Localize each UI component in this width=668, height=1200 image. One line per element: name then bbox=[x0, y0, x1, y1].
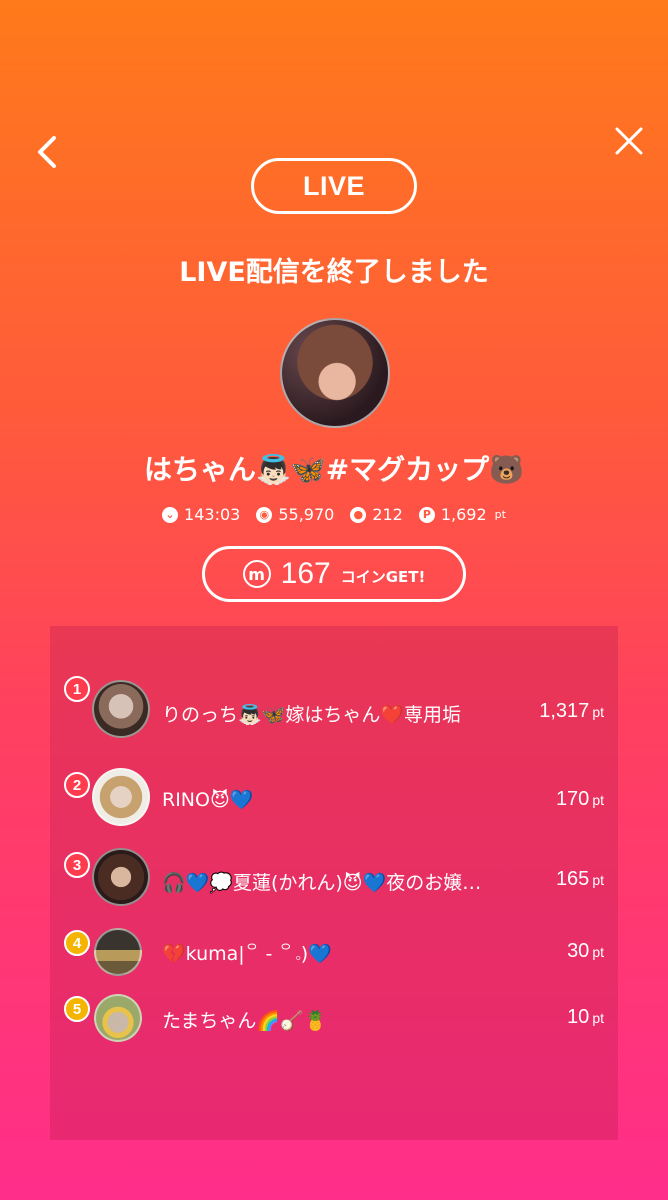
coin-icon: m bbox=[242, 560, 271, 588]
back-button[interactable] bbox=[34, 132, 62, 172]
avatar bbox=[92, 768, 150, 826]
avatar bbox=[92, 680, 150, 738]
stat-duration: ⌄ 143:03 bbox=[162, 505, 240, 524]
chevron-left-icon bbox=[38, 136, 56, 168]
stream-stats: ⌄ 143:03 ◉ 55,970 ● 212 P 1,692 pt bbox=[0, 505, 668, 524]
stat-comments-value: 212 bbox=[372, 505, 403, 524]
ranking-points-unit: pt bbox=[592, 1010, 604, 1026]
ranking-name: りのっち👼🏻🦋嫁はちゃん❤️専用垢 bbox=[162, 704, 461, 726]
avatar bbox=[94, 928, 142, 976]
ranking-name: 💔kuma|꒪ - ꒪｡)💙 bbox=[162, 943, 332, 965]
ranking-points-value: 30 bbox=[567, 940, 590, 962]
point-icon: P bbox=[418, 506, 435, 523]
stat-viewers-value: 55,970 bbox=[278, 505, 335, 524]
rank-badge: 4 bbox=[64, 930, 90, 956]
ranking-points: 10 pt bbox=[567, 1006, 604, 1029]
coin-amount: 167 bbox=[280, 557, 331, 590]
close-icon bbox=[615, 127, 643, 155]
ranking-points: 1,317 pt bbox=[539, 700, 604, 723]
rank-badge: 5 bbox=[64, 996, 90, 1022]
ranking-points-value: 165 bbox=[555, 868, 590, 890]
ranking-panel: 1 りのっち👼🏻🦋嫁はちゃん❤️専用垢 1,317 pt 2 RINO😈💙 170… bbox=[50, 626, 618, 1140]
ranking-points-value: 10 bbox=[567, 1006, 590, 1028]
rank-badge: 1 bbox=[64, 676, 90, 702]
rank-badge: 2 bbox=[64, 772, 90, 798]
ranking-points-value: 1,317 bbox=[539, 700, 590, 722]
stat-duration-value: 143:03 bbox=[184, 505, 241, 524]
ranking-row[interactable]: 5 たまちゃん🌈🪕🍍 10 pt bbox=[50, 992, 618, 1044]
ranking-points: 165 pt bbox=[556, 868, 604, 891]
ranking-points: 170 pt bbox=[556, 788, 604, 811]
ranking-name: 🎧💙💭夏蓮(かれん)😈💙夜のお嬢… bbox=[162, 872, 482, 894]
ranking-row[interactable]: 4 💔kuma|꒪ - ꒪｡)💙 30 pt bbox=[50, 926, 618, 978]
avatar bbox=[92, 848, 150, 906]
stat-viewers: ◉ 55,970 bbox=[256, 505, 334, 524]
ranking-row[interactable]: 2 RINO😈💙 170 pt bbox=[50, 768, 618, 832]
close-button[interactable] bbox=[614, 126, 644, 156]
viewers-icon: ◉ bbox=[256, 506, 273, 523]
stat-points: P 1,692 pt bbox=[418, 505, 506, 524]
ranking-name: たまちゃん🌈🪕🍍 bbox=[162, 1010, 328, 1032]
ranking-row[interactable]: 1 りのっち👼🏻🦋嫁はちゃん❤️専用垢 1,317 pt bbox=[50, 676, 618, 748]
stat-points-value: 1,692 bbox=[440, 505, 487, 524]
stat-comments: ● 212 bbox=[350, 505, 403, 524]
ranking-points-unit: pt bbox=[592, 944, 604, 960]
ranking-row[interactable]: 3 🎧💙💭夏蓮(かれん)😈💙夜のお嬢… 165 pt bbox=[50, 848, 618, 912]
ranking-points: 30 pt bbox=[567, 940, 604, 963]
rank-badge: 3 bbox=[64, 852, 90, 878]
streamer-name: はちゃん👼🏻🦋#マグカップ🐻 bbox=[143, 453, 525, 486]
stat-points-unit: pt bbox=[494, 508, 506, 521]
coin-get-badge: m 167 コインGET! bbox=[202, 546, 466, 602]
ranking-name: RINO😈💙 bbox=[162, 789, 254, 811]
streamer-avatar[interactable] bbox=[280, 318, 390, 428]
coin-label: コインGET! bbox=[340, 567, 426, 586]
avatar bbox=[94, 994, 142, 1042]
page-title: LIVE配信を終了しました bbox=[179, 257, 489, 288]
duration-icon: ⌄ bbox=[162, 506, 179, 523]
ranking-points-unit: pt bbox=[592, 704, 604, 720]
live-badge: LIVE bbox=[251, 158, 417, 214]
ranking-points-value: 170 bbox=[555, 788, 590, 810]
comment-icon: ● bbox=[350, 506, 367, 523]
ranking-points-unit: pt bbox=[592, 872, 604, 888]
ranking-points-unit: pt bbox=[592, 792, 604, 808]
